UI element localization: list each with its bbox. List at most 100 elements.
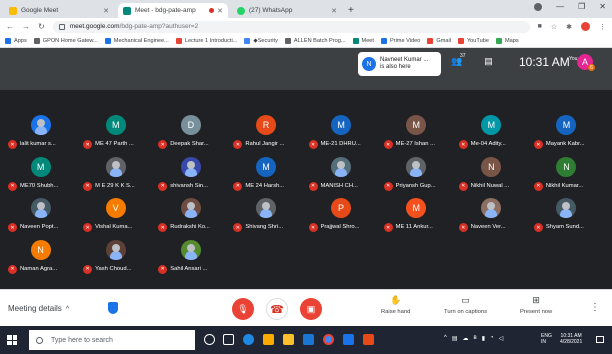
edge-icon[interactable] (243, 334, 254, 345)
battery-icon[interactable]: ▮ (482, 335, 485, 342)
participant-tile[interactable]: M ✕ ME70 Shubh... (5, 151, 77, 191)
participant-tile[interactable]: M ✕ Me-04 Adity... (455, 110, 527, 149)
bookmark-item[interactable]: GPON Home Gatew... (33, 38, 98, 44)
extensions-icon[interactable]: ✱ (566, 23, 572, 31)
participant-tile[interactable]: M ✕ ME 11 Ankur... (380, 193, 452, 232)
bookmark-star-icon[interactable]: ☆ (551, 23, 557, 31)
mail-icon[interactable] (303, 334, 314, 345)
menu-dots-icon[interactable]: ⋮ (599, 23, 606, 31)
participant-tile[interactable]: M ✕ ME 47 Parth ... (80, 110, 152, 149)
chrome-icon[interactable] (323, 334, 334, 345)
bookmark-label: Lecture 1 Introducti... (184, 38, 238, 44)
bookmark-item[interactable]: Gmail (427, 38, 451, 44)
camera-permission-icon[interactable]: ■ (538, 23, 542, 30)
participant-tile[interactable]: ✕ Yash Choud... (80, 234, 152, 274)
windows-start-icon[interactable] (7, 335, 17, 345)
participant-tile[interactable]: D ✕ Deepak Shar... (155, 110, 227, 149)
participant-tile[interactable]: ✕ lalit kumar s... (5, 110, 77, 149)
new-tab-button[interactable]: + (348, 5, 354, 16)
bookmark-item[interactable]: Meet (352, 38, 374, 44)
participant-tile[interactable]: R ✕ Rahul Jangir ... (230, 110, 302, 149)
tab-title: Meet - bdg-pate-amp (135, 7, 196, 14)
participant-tile[interactable]: ✕ Priyansh Gup... (380, 151, 452, 191)
network-icon[interactable]: ▤ (452, 335, 458, 342)
bookmark-item[interactable]: Mechanical Enginee... (104, 38, 169, 44)
meeting-details-button[interactable]: Meeting details ^ (8, 304, 69, 313)
close-window-button[interactable]: ✕ (599, 2, 606, 11)
present-now-button[interactable]: ⊞ Present now (520, 295, 552, 315)
participant-tile[interactable]: V ✕ Vishal Kuma... (80, 193, 152, 232)
participant-tile[interactable]: M ✕ ME-21 DHRU... (305, 110, 377, 149)
profile-avatar[interactable] (581, 22, 590, 31)
maximize-button[interactable]: ❐ (578, 2, 585, 11)
url-field[interactable]: meet.google.com/bdg-pate-amp?authuser=2 (52, 20, 530, 33)
participant-tile[interactable]: ✕ MANISH CH... (305, 151, 377, 191)
people-icon[interactable]: 👥 37 (451, 53, 466, 67)
taskbar-clock[interactable]: 10:31 AM 4/28/2021 (560, 333, 582, 345)
mic-off-button[interactable]: 🎙 (232, 298, 254, 320)
participant-tile[interactable]: ✕ Naveen Ver... (455, 193, 527, 232)
captions-button[interactable]: ▭ Turn on captions (444, 295, 487, 315)
tab-google-meet[interactable]: Google Meet ✕ (4, 3, 114, 18)
participant-tile[interactable]: M ✕ ME-27 Ishan ... (380, 110, 452, 149)
taskbar-search[interactable]: Type here to search (29, 330, 195, 350)
close-tab-icon[interactable]: ✕ (217, 7, 223, 15)
participant-name: Shyam Sund... (545, 224, 584, 230)
participant-tile[interactable]: ✕ Rudrakshi Ko... (155, 193, 227, 232)
raise-hand-button[interactable]: ✋ Raise hand (381, 295, 410, 315)
participant-avatar: V (105, 198, 126, 218)
participant-tile[interactable]: ✕ Shivang Shri... (230, 193, 302, 232)
bookmark-item[interactable]: ◆Security (244, 38, 278, 44)
participant-tile[interactable]: N ✕ Nikhil Nuwal ... (455, 151, 527, 191)
chevron-up-icon[interactable]: ^ (444, 335, 447, 342)
wifi-icon[interactable]: ◔ (490, 335, 494, 342)
participant-name: ME-27 Ishan ... (395, 141, 435, 147)
back-icon[interactable]: ← (6, 22, 14, 31)
volume-icon[interactable]: ◁ (499, 335, 504, 342)
participant-tile[interactable]: P ✕ Prajjwal Shro... (305, 193, 377, 232)
participant-tile[interactable]: ✕ Sahil Ansari ... (155, 234, 227, 274)
bookmark-item[interactable]: ALLEN Batch Prog... (284, 38, 346, 44)
notifications-icon[interactable] (596, 336, 604, 343)
app-icon[interactable] (343, 334, 354, 345)
url-host: meet.google.com (69, 23, 120, 30)
participant-avatar: M (30, 156, 51, 177)
forward-icon[interactable]: → (22, 22, 30, 31)
bookmark-item[interactable]: Prime Video (380, 38, 420, 44)
bookmark-item[interactable]: Maps (495, 38, 519, 44)
close-tab-icon[interactable]: ✕ (331, 7, 337, 15)
account-icon[interactable] (534, 3, 543, 11)
captions-label: Turn on captions (444, 309, 487, 315)
tab-meet-bdg-pate-amp[interactable]: Meet - bdg-pate-amp ✕ (118, 3, 228, 18)
self-avatar[interactable]: A6 (577, 54, 595, 71)
participant-tile[interactable]: ✕ M E 29 K K S... (80, 151, 152, 191)
language-indicator[interactable]: ENG IN (541, 333, 552, 345)
explorer-icon[interactable] (283, 334, 294, 345)
more-options-icon[interactable]: ⋮ (590, 302, 600, 313)
reload-icon[interactable]: ↻ (38, 22, 45, 31)
participant-tile[interactable]: M ✕ Mayank Kabr... (530, 110, 602, 149)
participant-tile[interactable]: ✕ shivansh Sin... (155, 151, 227, 191)
minimize-button[interactable]: — (556, 2, 564, 11)
participant-tile[interactable]: N ✕ Naman Agra... (5, 234, 77, 274)
task-view-icon[interactable] (223, 334, 234, 345)
bookmark-item[interactable]: Lecture 1 Introducti... (175, 38, 238, 44)
hand-icon: ✋ (390, 295, 402, 305)
participant-tile[interactable]: M ✕ ME 24 Harsh... (230, 151, 302, 191)
office-icon[interactable] (363, 334, 374, 345)
cloud-icon[interactable]: ☁ (463, 335, 469, 342)
participant-tile[interactable]: N ✕ Nikhil Kumar... (530, 151, 602, 191)
participant-tile[interactable]: ✕ Shyam Sund... (530, 193, 602, 232)
bookmark-item[interactable]: YouTube (457, 38, 489, 44)
camera-off-button[interactable]: ▣ (300, 298, 322, 320)
store-icon[interactable] (263, 334, 274, 345)
end-call-button[interactable]: ☎ (266, 298, 288, 320)
bookmark-item[interactable]: Apps (5, 38, 27, 44)
chat-icon[interactable]: ▤ (484, 56, 493, 67)
bluetooth-icon[interactable]: ʙ (474, 335, 477, 342)
cortana-icon[interactable] (204, 334, 215, 345)
close-tab-icon[interactable]: ✕ (103, 7, 109, 15)
security-shield-icon[interactable] (108, 302, 118, 314)
participant-tile[interactable]: ✕ Naveen Popt... (5, 193, 77, 232)
tab-whatsapp[interactable]: (27) WhatsApp ✕ (232, 3, 342, 18)
